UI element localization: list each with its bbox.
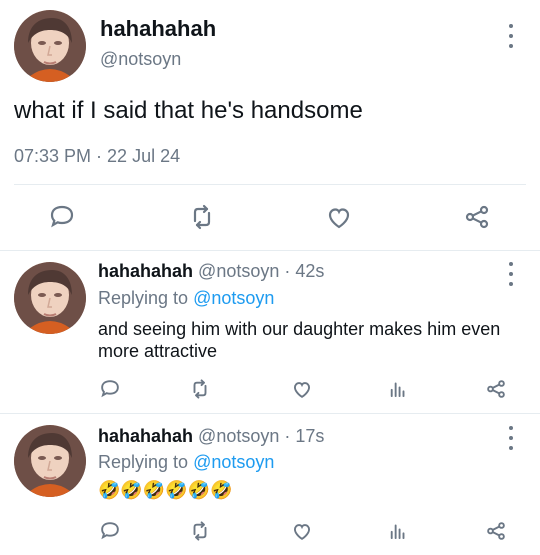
analytics-icon[interactable]: [386, 519, 410, 543]
main-tweet-timestamp[interactable]: 07:33 PM · 22 Jul 24: [14, 146, 180, 167]
main-display-name[interactable]: hahahahah: [100, 16, 216, 42]
divider: [14, 184, 526, 185]
retweet-icon[interactable]: [188, 519, 212, 543]
avatar-illustration: [14, 425, 86, 497]
more-options-icon[interactable]: [502, 24, 520, 48]
replying-to-link[interactable]: @notsoyn: [193, 288, 274, 308]
like-icon[interactable]: [290, 377, 314, 401]
analytics-icon[interactable]: [386, 377, 410, 401]
reply-header: hahahahah @notsoyn · 17s: [98, 426, 324, 447]
main-tweet-text: what if I said that he's handsome: [14, 97, 363, 124]
emoji-text: 🤣🤣🤣🤣🤣🤣: [98, 480, 233, 500]
reply-icon[interactable]: [98, 519, 122, 543]
like-icon[interactable]: [324, 202, 354, 232]
share-icon[interactable]: [484, 377, 508, 401]
replying-to-line: Replying to @notsoyn: [98, 452, 274, 473]
avatar-illustration: [14, 262, 86, 334]
reply-handle-time[interactable]: @notsoyn · 17s: [198, 426, 324, 446]
reply-avatar[interactable]: [14, 262, 86, 334]
retweet-icon[interactable]: [188, 377, 212, 401]
share-icon[interactable]: [462, 202, 492, 232]
reply-text: and seeing him with our daughter makes h…: [98, 319, 501, 361]
more-options-icon[interactable]: [502, 262, 520, 286]
more-options-icon[interactable]: [502, 426, 520, 450]
reply-handle-time[interactable]: @notsoyn · 42s: [198, 261, 324, 281]
replying-prefix: Replying to: [98, 288, 189, 308]
reply-avatar[interactable]: [14, 425, 86, 497]
divider: [0, 413, 540, 414]
share-icon[interactable]: [484, 519, 508, 543]
reply-icon[interactable]: [47, 202, 77, 232]
replying-to-link[interactable]: @notsoyn: [193, 452, 274, 472]
reply-header: hahahahah @notsoyn · 42s: [98, 261, 324, 282]
retweet-icon[interactable]: [187, 202, 217, 232]
main-handle[interactable]: @notsoyn: [100, 49, 181, 70]
reply-icon[interactable]: [98, 377, 122, 401]
divider: [0, 250, 540, 251]
avatar-illustration: [14, 10, 86, 82]
replying-prefix: Replying to: [98, 452, 189, 472]
like-icon[interactable]: [290, 519, 314, 543]
reply-display-name[interactable]: hahahahah: [98, 426, 193, 446]
replying-to-line: Replying to @notsoyn: [98, 288, 274, 309]
reply-display-name[interactable]: hahahahah: [98, 261, 193, 281]
avatar[interactable]: [14, 10, 86, 82]
